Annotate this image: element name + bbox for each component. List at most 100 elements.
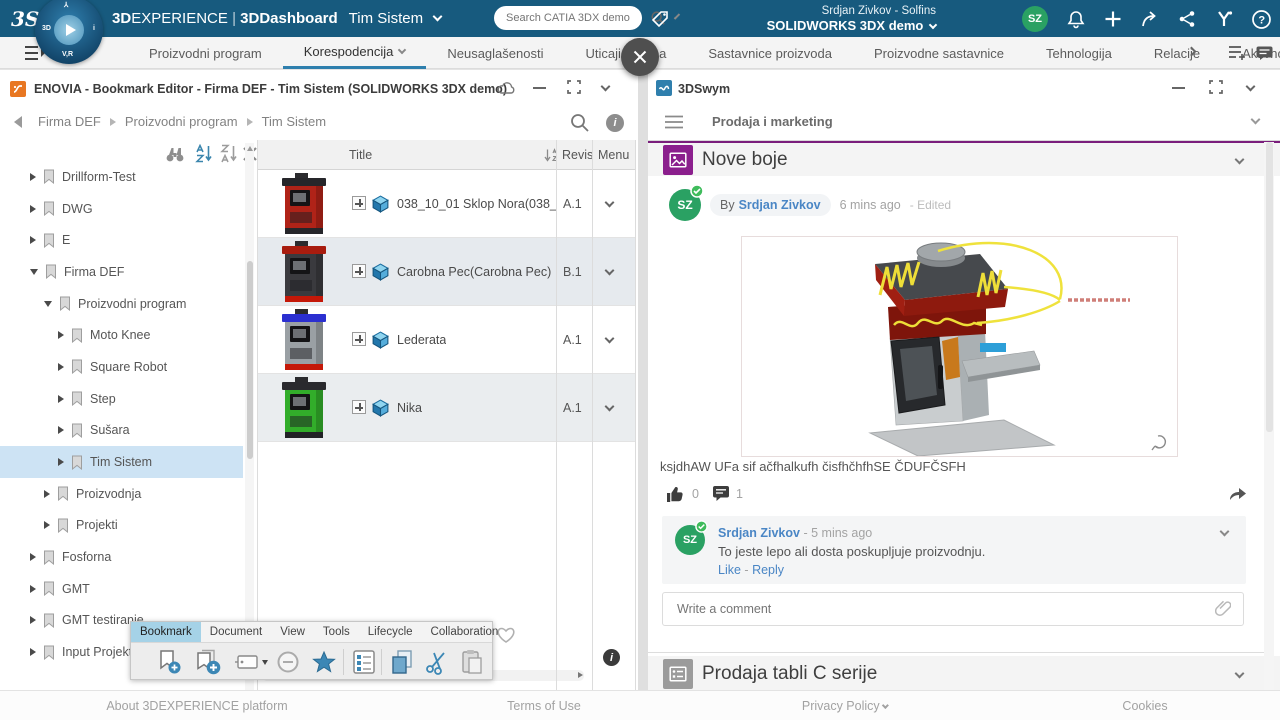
tab-korespodencija[interactable]: Korespodencija (283, 37, 427, 69)
subscribe-tag-icon[interactable] (232, 647, 270, 677)
post-section-header[interactable]: Nove boje (648, 141, 1280, 176)
cloud-icon[interactable] (497, 80, 516, 95)
table-row[interactable]: Carobna Pec(Carobna Pec) B.1 (258, 238, 635, 306)
breadcrumb-firma-def[interactable]: Firma DEF (38, 114, 101, 129)
share-network-icon[interactable] (1175, 7, 1199, 31)
tag-icon[interactable] (650, 9, 670, 29)
tab-proizvodne-sastavnice[interactable]: Proizvodne sastavnice (853, 37, 1025, 69)
column-menu[interactable]: Menu (598, 148, 629, 162)
tree-item-susara[interactable]: Sušara (0, 415, 243, 447)
toolbar-tab-bookmark[interactable]: Bookmark (131, 622, 201, 642)
column-title[interactable]: Title (349, 148, 372, 162)
row-menu-chevron-icon[interactable] (605, 402, 615, 412)
communities-icon[interactable] (1212, 7, 1236, 31)
tab-sastavnice-proizvoda[interactable]: Sastavnice proizvoda (687, 37, 853, 69)
tab-proizvodni-program[interactable]: Proizvodni program (128, 37, 283, 69)
expand-plus-icon[interactable] (352, 332, 366, 346)
comment-like-link[interactable]: Like (718, 563, 741, 577)
expand-plus-icon[interactable] (352, 400, 366, 414)
tree-item-moto-knee[interactable]: Moto Knee (0, 319, 243, 351)
global-search[interactable] (494, 6, 642, 30)
search-input[interactable] (494, 12, 650, 24)
panel-search-icon[interactable] (569, 112, 590, 133)
tree-item-projekti[interactable]: Projekti (0, 510, 243, 542)
info-icon[interactable]: i (606, 114, 624, 132)
breadcrumb-back-icon[interactable] (14, 116, 22, 128)
row-menu-chevron-icon[interactable] (605, 334, 615, 344)
row-title[interactable]: Carobna Pec(Carobna Pec) (397, 265, 551, 279)
notifications-bell-icon[interactable] (1064, 7, 1088, 31)
section-collapse-chevron-icon[interactable] (1235, 669, 1245, 679)
dropdown-caret-icon[interactable] (262, 660, 268, 665)
section-collapse-chevron-icon[interactable] (1235, 155, 1245, 165)
like-thumb-icon[interactable] (666, 485, 685, 503)
toolbar-tab-tools[interactable]: Tools (314, 622, 359, 642)
search-chevron-down-icon[interactable] (674, 13, 680, 19)
info-icon-dark[interactable]: i (603, 649, 620, 666)
row-title[interactable]: Nika (397, 401, 422, 415)
swym-scrollbar[interactable] (1264, 142, 1274, 690)
messages-icon[interactable] (1256, 46, 1273, 61)
row-menu-chevron-icon[interactable] (605, 266, 615, 276)
properties-list-icon[interactable] (349, 647, 379, 677)
swym-scrollbar-thumb[interactable] (1266, 142, 1273, 432)
column-revision[interactable]: Revisi (562, 148, 592, 162)
toolbar-tab-document[interactable]: Document (201, 622, 271, 642)
tab-tehnologija[interactable]: Tehnologija (1025, 37, 1133, 69)
community-name[interactable]: Prodaja i marketing (712, 114, 833, 129)
tree-item-proizvodnja[interactable]: Proizvodnja (0, 478, 243, 510)
add-content-icon[interactable] (1101, 7, 1125, 31)
row-menu-chevron-icon[interactable] (605, 198, 615, 208)
dashboard-name[interactable]: Tim Sistem (349, 10, 423, 27)
tree-scrollbar[interactable] (245, 143, 254, 690)
user-info[interactable]: Srdjan Zivkov - Solfins SOLIDWORKS 3DX d… (700, 4, 936, 35)
maximize-icon[interactable] (567, 80, 581, 94)
tree-item-square-robot[interactable]: Square Robot (0, 351, 243, 383)
copy-icon[interactable] (387, 647, 417, 677)
row-title[interactable]: Lederata (397, 333, 446, 347)
close-tab-button[interactable] (621, 38, 659, 76)
tab-relacije[interactable]: Relacije (1133, 37, 1221, 69)
manage-tabs-icon[interactable] (1228, 45, 1246, 61)
comment-input-box[interactable] (662, 592, 1244, 626)
toolbar-tab-collaboration[interactable]: Collaboration (422, 622, 508, 642)
author-pill[interactable]: BySrdjan Zivkov (710, 194, 831, 216)
comment-bubble-icon[interactable] (712, 485, 730, 502)
minimize-icon[interactable] (533, 87, 546, 89)
breadcrumb-tim-sistem[interactable]: Tim Sistem (262, 114, 327, 129)
tree-item-drillform-test[interactable]: Drillform-Test (0, 161, 243, 193)
expand-plus-icon[interactable] (352, 264, 366, 278)
tree-item-step[interactable]: Step (0, 383, 243, 415)
expand-plus-icon[interactable] (352, 196, 366, 210)
table-row[interactable]: Lederata A.1 (258, 306, 635, 374)
toolbar-tab-view[interactable]: View (271, 622, 314, 642)
compass-play-icon[interactable] (54, 15, 84, 45)
tree-item-tim-sistem[interactable]: Tim Sistem (0, 446, 243, 478)
tab-neusaglasenosti[interactable]: Neusaglašenosti (426, 37, 564, 69)
toolbar-tab-lifecycle[interactable]: Lifecycle (359, 622, 422, 642)
cut-scissors-icon[interactable] (422, 647, 452, 677)
widget-menu-chevron-icon[interactable] (601, 82, 611, 92)
share-forward-icon[interactable] (1138, 7, 1162, 31)
post-image[interactable] (741, 236, 1178, 457)
help-icon[interactable]: ? (1249, 7, 1273, 31)
row-title[interactable]: 038_10_01 Sklop Nora(038_10_0... (397, 197, 557, 211)
tree-scrollbar-thumb[interactable] (247, 261, 253, 459)
widget-menu-chevron-icon[interactable] (1246, 82, 1256, 92)
comment-input[interactable] (663, 602, 1215, 616)
add-existing-bookmark-icon[interactable] (193, 647, 223, 677)
tree-item-fosforna[interactable]: Fosforna (0, 541, 243, 573)
breadcrumb-proizvodni-program[interactable]: Proizvodni program (125, 114, 238, 129)
minimize-icon[interactable] (1172, 87, 1185, 89)
maximize-icon[interactable] (1209, 80, 1223, 94)
tree-item-gmt[interactable]: GMT (0, 573, 243, 605)
tree-item-dwg[interactable]: DWG (0, 193, 243, 225)
share-post-icon[interactable] (1228, 484, 1247, 502)
tree-item-firma-def[interactable]: Firma DEF (0, 256, 243, 288)
scroll-up-icon[interactable] (247, 146, 253, 151)
remove-icon[interactable] (273, 647, 303, 677)
user-avatar[interactable]: SZ (1022, 6, 1048, 32)
comment-reply-link[interactable]: Reply (752, 563, 784, 577)
scroll-right-icon[interactable] (578, 672, 583, 678)
paste-clipboard-icon[interactable] (457, 647, 487, 677)
